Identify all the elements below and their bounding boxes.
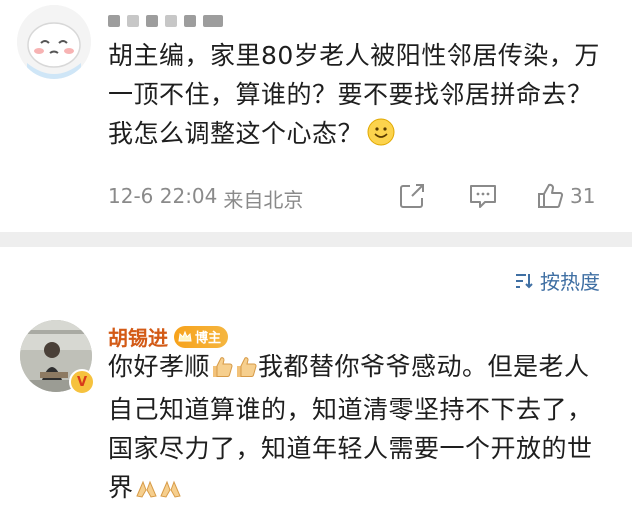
blogger-badge: 博主 bbox=[174, 325, 229, 348]
comment-icon bbox=[470, 185, 496, 208]
blurred-char bbox=[146, 15, 158, 27]
comment-post: 胡主编，家里80岁老人被阳性邻居传染，万一顶不住，算谁的？要不要找邻居拼命去？我… bbox=[0, 0, 632, 232]
thumbs-up-emoji-icon bbox=[210, 351, 234, 390]
blurred-char bbox=[108, 15, 120, 27]
like-count: 31 bbox=[570, 184, 596, 208]
reply-comment: V 胡锡进 博主 你好孝顺 我都替你爷爷感动。但是老人自己知道算谁的，知道清零坚持… bbox=[0, 300, 632, 502]
sort-label: 按热度 bbox=[540, 270, 600, 294]
post-location: 来自北京 bbox=[223, 188, 304, 212]
reply-text: 你好孝顺 我都替你爷爷感动。但是老人自己知道算谁的，知道清零坚持不下去了，国家尽力… bbox=[108, 347, 613, 511]
blurred-char bbox=[165, 15, 177, 27]
post-meta: 12-6 22:04 来自北京 bbox=[108, 184, 303, 213]
prayer-hands-emoji-icon bbox=[158, 472, 182, 511]
verified-v-icon: V bbox=[69, 369, 95, 395]
share-button[interactable] bbox=[398, 182, 426, 210]
blurred-char bbox=[184, 15, 196, 27]
post-actions: 31 bbox=[398, 180, 595, 212]
sort-by-hot-button[interactable]: 按热度 bbox=[514, 266, 600, 295]
like-button[interactable]: 31 bbox=[536, 182, 595, 210]
thumbs-up-icon bbox=[538, 183, 564, 209]
crown-icon bbox=[178, 330, 192, 341]
section-divider bbox=[0, 232, 632, 247]
post-date: 12-6 22:04 bbox=[108, 184, 218, 208]
share-icon bbox=[400, 184, 424, 208]
username-blurred[interactable] bbox=[108, 10, 223, 32]
smile-emoji-icon bbox=[367, 118, 395, 157]
blurred-char bbox=[127, 15, 139, 27]
reply-text-part-a: 你好孝顺 bbox=[108, 352, 211, 381]
blurred-char bbox=[203, 15, 223, 27]
comment-button[interactable] bbox=[468, 182, 498, 210]
user-avatar[interactable] bbox=[17, 5, 91, 79]
thumbs-up-emoji-icon bbox=[234, 351, 258, 390]
post-text: 胡主编，家里80岁老人被阳性邻居传染，万一顶不住，算谁的？要不要找邻居拼命去？我… bbox=[108, 36, 613, 157]
prayer-hands-emoji-icon bbox=[134, 472, 158, 511]
blogger-badge-label: 博主 bbox=[195, 331, 222, 346]
post-text-content: 胡主编，家里80岁老人被阳性邻居传染，万一顶不住，算谁的？要不要找邻居拼命去？我… bbox=[108, 41, 600, 148]
sort-icon bbox=[516, 273, 533, 288]
crying-face-avatar-icon bbox=[17, 5, 91, 79]
